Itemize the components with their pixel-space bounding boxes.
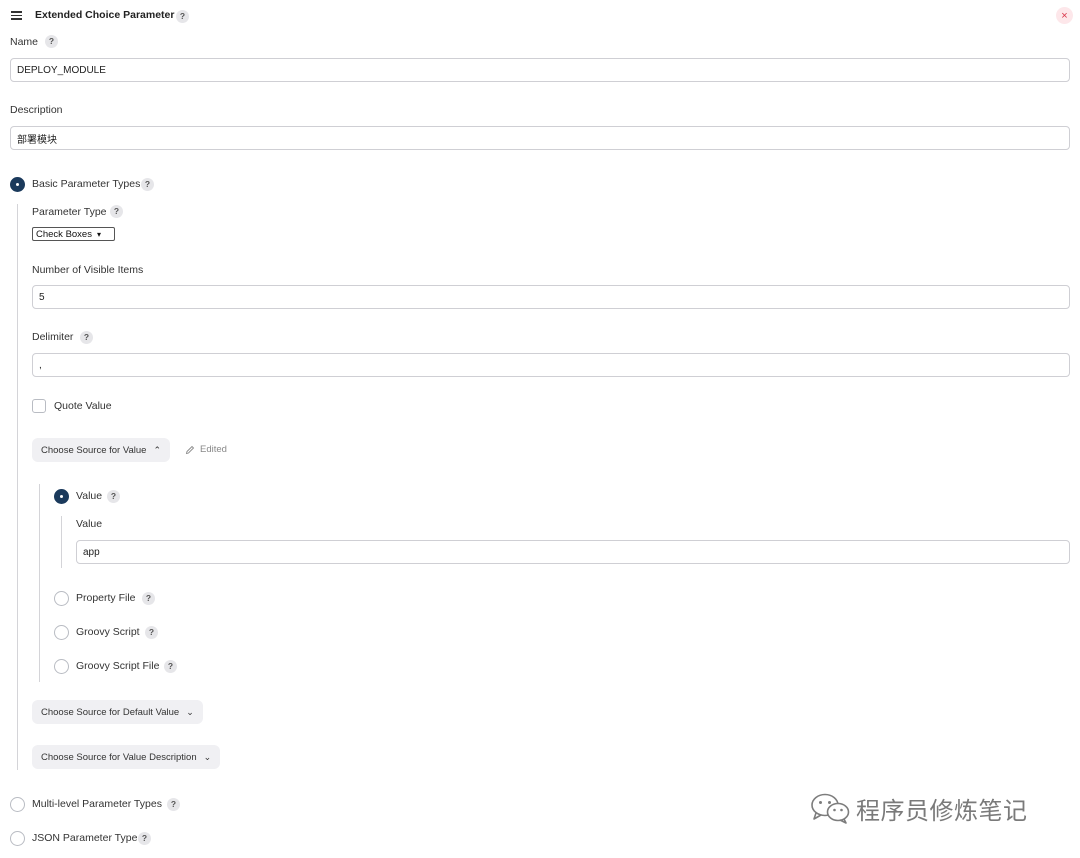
value-input[interactable]: app bbox=[76, 540, 1070, 564]
groovy-script-file-radio[interactable] bbox=[54, 659, 69, 674]
basic-parameter-types-label: Basic Parameter Types bbox=[32, 178, 141, 190]
parameter-type-help-icon[interactable]: ? bbox=[110, 205, 123, 218]
property-file-radio[interactable] bbox=[54, 591, 69, 606]
choose-source-value-description-label: Choose Source for Value Description bbox=[41, 751, 197, 763]
property-file-label: Property File bbox=[76, 592, 136, 604]
edited-indicator: Edited bbox=[185, 444, 227, 455]
close-button[interactable]: × bbox=[1056, 7, 1073, 24]
multi-level-help-icon[interactable]: ? bbox=[167, 798, 180, 811]
chevron-down-icon: ⌄ bbox=[186, 706, 194, 717]
description-label: Description bbox=[10, 104, 63, 116]
groovy-script-file-label: Groovy Script File bbox=[76, 660, 160, 672]
groovy-script-radio[interactable] bbox=[54, 625, 69, 640]
section-title: Extended Choice Parameter bbox=[35, 9, 175, 21]
parameter-type-select[interactable]: Check Boxes ▾ bbox=[32, 227, 115, 241]
close-icon: × bbox=[1061, 9, 1068, 22]
choose-source-default-value-label: Choose Source for Default Value bbox=[41, 706, 180, 718]
basic-parameter-types-radio[interactable] bbox=[10, 177, 25, 192]
value-option-divider bbox=[61, 516, 62, 568]
groovy-script-label: Groovy Script bbox=[76, 626, 140, 638]
source-section-divider bbox=[39, 484, 40, 682]
groovy-script-file-help-icon[interactable]: ? bbox=[164, 660, 177, 673]
help-icon[interactable]: ? bbox=[176, 10, 189, 23]
json-parameter-type-label: JSON Parameter Type bbox=[32, 832, 138, 844]
source-value-help-icon[interactable]: ? bbox=[107, 490, 120, 503]
edited-label: Edited bbox=[200, 444, 227, 455]
parameter-type-selected: Check Boxes bbox=[36, 228, 92, 240]
chevron-up-icon: ⌃ bbox=[153, 444, 161, 455]
basic-section-divider bbox=[17, 204, 18, 770]
choose-source-default-value-button[interactable]: Choose Source for Default Value ⌄ bbox=[32, 700, 203, 724]
delimiter-help-icon[interactable]: ? bbox=[80, 331, 93, 344]
source-value-label: Value bbox=[76, 490, 103, 502]
json-help-icon[interactable]: ? bbox=[138, 832, 151, 845]
visible-items-label: Number of Visible Items bbox=[32, 264, 144, 276]
groovy-script-help-icon[interactable]: ? bbox=[145, 626, 158, 639]
property-file-help-icon[interactable]: ? bbox=[142, 592, 155, 605]
watermark-text: 程序员修炼笔记 bbox=[856, 796, 1028, 825]
drag-handle-icon[interactable] bbox=[11, 11, 22, 20]
name-help-icon[interactable]: ? bbox=[45, 35, 58, 48]
pencil-icon bbox=[185, 445, 195, 454]
wechat-icon bbox=[811, 793, 850, 824]
multi-level-parameter-types-label: Multi-level Parameter Types bbox=[32, 798, 162, 810]
chevron-down-icon: ▾ bbox=[96, 229, 101, 239]
name-label: Name bbox=[10, 36, 39, 48]
source-value-radio[interactable] bbox=[54, 489, 69, 504]
chevron-down-icon: ⌄ bbox=[203, 751, 212, 762]
quote-value-label: Quote Value bbox=[54, 400, 112, 412]
delimiter-input[interactable]: , bbox=[32, 353, 1070, 377]
parameter-type-label: Parameter Type bbox=[32, 206, 107, 218]
choose-source-value-description-button[interactable]: Choose Source for Value Description ⌄ bbox=[32, 745, 221, 769]
visible-items-input[interactable]: 5 bbox=[32, 285, 1070, 309]
delimiter-label: Delimiter bbox=[32, 331, 74, 343]
description-input[interactable]: 部署模块 bbox=[10, 126, 1070, 150]
name-input[interactable]: DEPLOY_MODULE bbox=[10, 58, 1070, 82]
choose-source-value-label: Choose Source for Value bbox=[41, 444, 147, 456]
multi-level-parameter-types-radio[interactable] bbox=[10, 797, 25, 812]
choose-source-value-button[interactable]: Choose Source for Value ⌃ bbox=[32, 438, 170, 462]
value-field-label: Value bbox=[76, 518, 103, 530]
json-parameter-type-radio[interactable] bbox=[10, 831, 25, 846]
quote-value-checkbox[interactable] bbox=[32, 399, 46, 413]
watermark: 程序员修炼笔记 bbox=[808, 790, 1028, 826]
basic-help-icon[interactable]: ? bbox=[141, 178, 154, 191]
